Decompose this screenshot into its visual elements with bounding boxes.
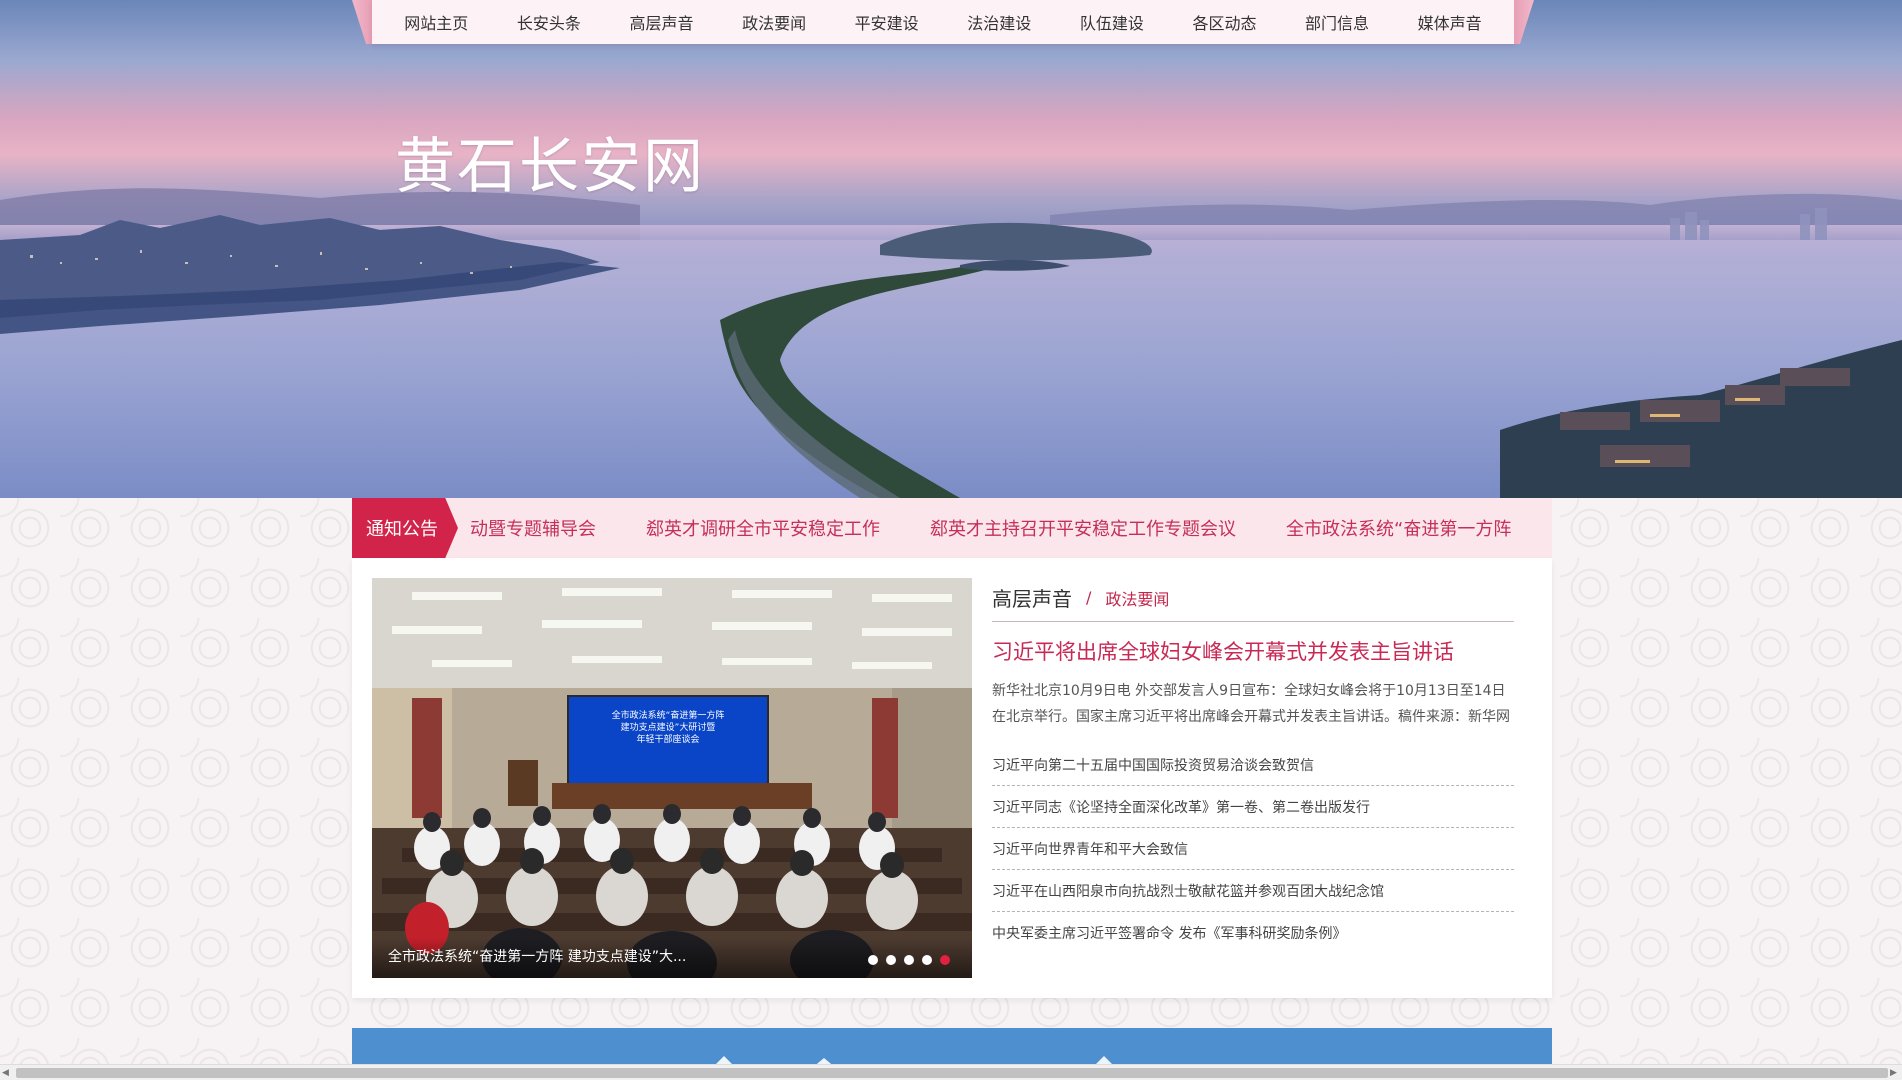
news-section: 高层声音 / 政法要闻 习近平将出席全球妇女峰会开幕式并发表主旨讲话 新华社北京… — [992, 578, 1514, 954]
screen-text-1: 全市政法系统“奋进第一方阵 — [612, 709, 725, 721]
screen-text-2: 建功支点建设”大研讨暨 — [621, 721, 716, 733]
slideshow[interactable]: 全市政法系统“奋进第一方阵 建功支点建设”大研讨暨 年轻干部座谈会 全市政法系统… — [372, 578, 972, 978]
news-tabs: 高层声音 / 政法要闻 — [992, 578, 1514, 622]
notice-item[interactable]: 郄英才调研全市平安稳定工作 — [646, 515, 880, 541]
news-list-item[interactable]: 习近平在山西阳泉市向抗战烈士敬献花篮并参观百团大战纪念馆 — [992, 870, 1514, 912]
news-list-item[interactable]: 习近平向第二十五届中国国际投资贸易洽谈会致贺信 — [992, 744, 1514, 786]
nav-item-team-building[interactable]: 队伍建设 — [1080, 10, 1144, 34]
slideshow-dot[interactable] — [868, 955, 878, 965]
slideshow-pagination — [868, 955, 950, 965]
nav-item-safety-construction[interactable]: 平安建设 — [855, 10, 919, 34]
scroll-left-arrow-icon[interactable]: ◀ — [2, 1068, 12, 1078]
main-panel: 全市政法系统“奋进第一方阵 建功支点建设”大研讨暨 年轻干部座谈会 全市政法系统… — [352, 558, 1552, 998]
nav-item-rule-of-law[interactable]: 法治建设 — [967, 10, 1031, 34]
notice-item[interactable]: 动暨专题辅导会 — [470, 515, 596, 541]
nav-bar: 网站主页 长安头条 高层声音 政法要闻 平安建设 法治建设 队伍建设 各区动态 … — [372, 0, 1514, 44]
notice-bar: 通知公告 动暨专题辅导会 郄英才调研全市平安稳定工作 郄英才主持召开平安稳定工作… — [352, 498, 1552, 558]
news-list-item[interactable]: 中央军委主席习近平签署命令 发布《军事科研奖励条例》 — [992, 912, 1514, 954]
nav-item-headlines[interactable]: 长安头条 — [517, 10, 581, 34]
slideshow-caption[interactable]: 全市政法系统“奋进第一方阵 建功支点建设”大... — [388, 946, 686, 966]
slideshow-photo: 全市政法系统“奋进第一方阵 建功支点建设”大研讨暨 年轻干部座谈会 — [372, 578, 972, 978]
screen-text-3: 年轻干部座谈会 — [636, 733, 699, 745]
horizontal-scrollbar[interactable]: ◀ ▶ — [0, 1064, 1902, 1080]
top-navigation: 网站主页 长安头条 高层声音 政法要闻 平安建设 法治建设 队伍建设 各区动态 … — [352, 0, 1534, 44]
news-headline[interactable]: 习近平将出席全球妇女峰会开幕式并发表主旨讲话 — [992, 636, 1514, 666]
nav-item-political-legal-news[interactable]: 政法要闻 — [742, 10, 806, 34]
tab-leadership-voice[interactable]: 高层声音 — [992, 583, 1072, 612]
notice-item[interactable]: 全市政法系统“奋进第一方阵 — [1286, 515, 1511, 541]
promo-banner[interactable] — [352, 1028, 1552, 1068]
tab-separator: / — [1086, 588, 1092, 607]
tab-political-legal-news[interactable]: 政法要闻 — [1105, 586, 1169, 610]
slideshow-dot[interactable] — [922, 955, 932, 965]
site-title: 黄石长安网 — [395, 132, 705, 202]
slideshow-dot[interactable] — [904, 955, 914, 965]
scroll-right-arrow-icon[interactable]: ▶ — [1890, 1068, 1900, 1078]
notice-ticker: 动暨专题辅导会 郄英才调研全市平安稳定工作 郄英才主持召开平安稳定工作专题会议 … — [470, 498, 1511, 558]
scrollbar-thumb[interactable] — [16, 1068, 1888, 1078]
nav-item-district-news[interactable]: 各区动态 — [1192, 10, 1256, 34]
promo-banner-art — [712, 1056, 1116, 1068]
news-list-item[interactable]: 习近平同志《论坚持全面深化改革》第一卷、第二卷出版发行 — [992, 786, 1514, 828]
news-list: 习近平向第二十五届中国国际投资贸易洽谈会致贺信 习近平同志《论坚持全面深化改革》… — [992, 744, 1514, 954]
nav-item-home[interactable]: 网站主页 — [404, 10, 468, 34]
hero-banner: 黄石长安网 — [0, 0, 1902, 498]
nav-right-ribbon — [1514, 0, 1534, 44]
nav-item-department-info[interactable]: 部门信息 — [1305, 10, 1369, 34]
notice-item[interactable]: 郄英才主持召开平安稳定工作专题会议 — [930, 515, 1236, 541]
slideshow-dot[interactable] — [886, 955, 896, 965]
nav-left-ribbon — [352, 0, 372, 44]
news-list-item[interactable]: 习近平向世界青年和平大会致信 — [992, 828, 1514, 870]
slideshow-dot-active[interactable] — [940, 955, 950, 965]
notice-tag: 通知公告 — [352, 498, 458, 558]
nav-item-media-voice[interactable]: 媒体声音 — [1418, 10, 1482, 34]
news-summary: 新华社北京10月9日电 外交部发言人9日宣布：全球妇女峰会将于10月13日至14… — [992, 683, 1510, 725]
hero-landscape-image — [0, 188, 1902, 498]
nav-item-leadership-voice[interactable]: 高层声音 — [629, 10, 693, 34]
